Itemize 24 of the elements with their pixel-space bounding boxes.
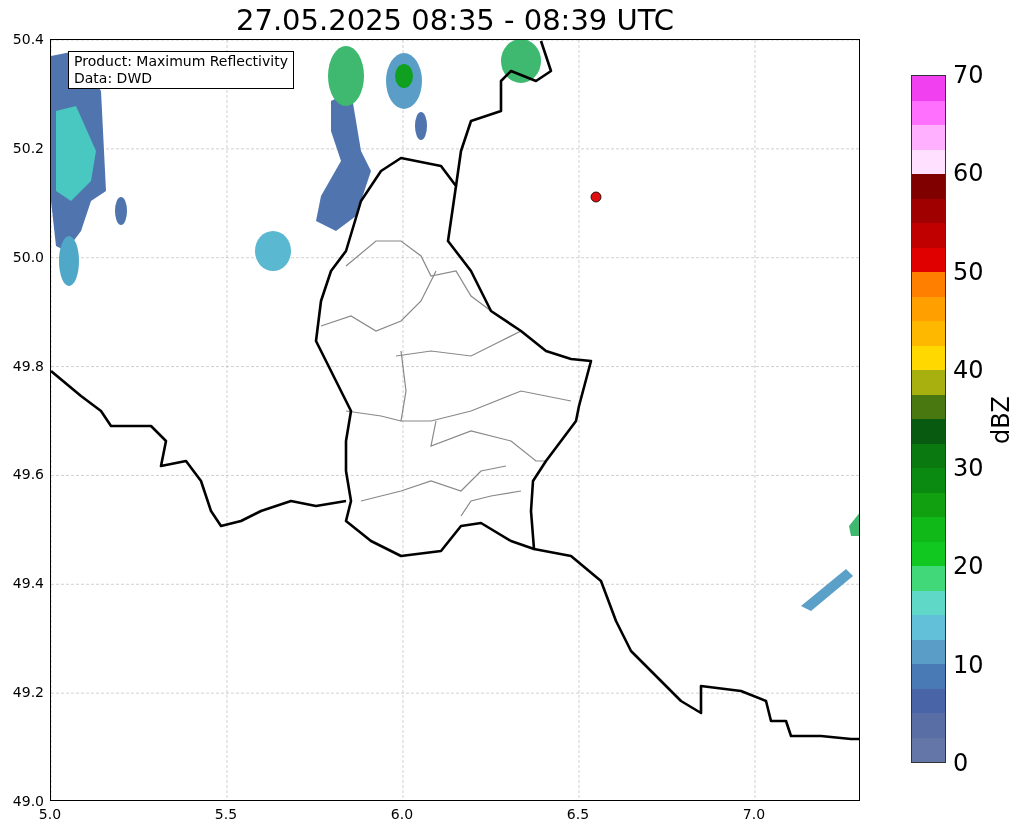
axis-tick-label: 49.4 — [11, 575, 44, 592]
colorbar-tick-label: 0 — [953, 749, 969, 777]
axis-tick-label: 50.0 — [11, 248, 44, 265]
axis-tick-label: 50.4 — [11, 31, 44, 47]
colorbar-tick-label: 10 — [953, 650, 984, 679]
axis-tick-label: 7.0 — [741, 806, 767, 822]
colorbar-tick-label: 40 — [953, 355, 984, 384]
colorbar-tick-label: 30 — [953, 454, 984, 483]
axis-tick-label: 50.2 — [11, 139, 44, 156]
axis-tick-label: 49.8 — [11, 357, 44, 374]
axis-tick-label: 5.0 — [37, 806, 63, 822]
chart-title: 27.05.2025 08:35 - 08:39 UTC — [235, 2, 675, 38]
colorbar-tick-label: 50 — [953, 257, 984, 286]
axis-tick-label: 49.0 — [11, 793, 44, 809]
axis-tick-label: 49.2 — [11, 684, 44, 701]
colorbar-tick-label: 60 — [953, 159, 984, 188]
colorbar-tick-label: 20 — [953, 552, 984, 581]
axis-tick-label: 5.5 — [213, 806, 239, 822]
axis-tick-label: 6.5 — [565, 806, 591, 822]
axis-tick-label: 49.6 — [11, 466, 44, 483]
info-box: Product: Maximum Reflectivity Data: DWD — [68, 51, 294, 89]
colorbar-tick-label: 70 — [953, 61, 984, 89]
axis-tick-label: 6.0 — [389, 806, 415, 822]
colorbar-label: dBZ — [987, 395, 1015, 445]
